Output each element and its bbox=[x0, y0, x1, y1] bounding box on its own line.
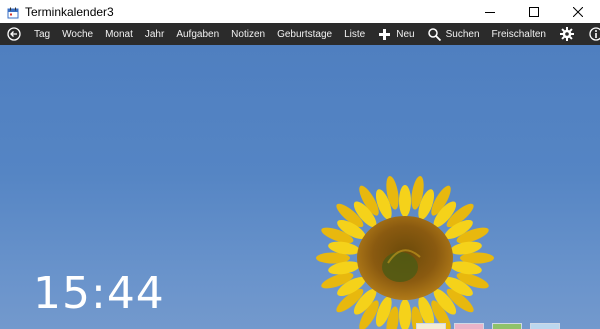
petal bbox=[399, 184, 411, 217]
tab-notizen[interactable]: Notizen bbox=[225, 23, 271, 45]
search-label: Suchen bbox=[445, 28, 480, 40]
petal bbox=[399, 299, 411, 329]
title-bar: Terminkalender3 bbox=[0, 0, 600, 24]
thumbnail[interactable] bbox=[454, 323, 484, 329]
main-toolbar: Tag Woche Monat Jahr Aufgaben Notizen Ge… bbox=[0, 23, 600, 45]
clock-display: 15:44 bbox=[33, 268, 165, 319]
close-button[interactable] bbox=[556, 0, 600, 23]
tab-woche[interactable]: Woche bbox=[56, 23, 99, 45]
tab-liste[interactable]: Liste bbox=[338, 23, 371, 45]
unlock-button[interactable]: Freischalten bbox=[486, 23, 552, 45]
thumbnail[interactable] bbox=[416, 323, 446, 329]
thumbnail-strip bbox=[416, 323, 568, 329]
info-button[interactable] bbox=[582, 23, 600, 45]
search-icon bbox=[427, 27, 441, 41]
thumbnail[interactable] bbox=[492, 323, 522, 329]
gear-icon bbox=[559, 27, 574, 41]
minimize-icon bbox=[485, 11, 495, 13]
maximize-icon bbox=[529, 6, 539, 17]
tab-aufgaben[interactable]: Aufgaben bbox=[170, 23, 225, 45]
thumbnail[interactable] bbox=[530, 323, 560, 329]
new-button[interactable]: Neu bbox=[371, 23, 420, 45]
minimize-button[interactable] bbox=[468, 0, 512, 23]
tab-geburtstage[interactable]: Geburtstage bbox=[271, 23, 338, 45]
search-button[interactable]: Suchen bbox=[421, 23, 486, 45]
background-area: 15:44 bbox=[0, 45, 600, 329]
tab-tag[interactable]: Tag bbox=[28, 23, 56, 45]
settings-button[interactable] bbox=[552, 23, 582, 45]
tab-jahr[interactable]: Jahr bbox=[139, 23, 170, 45]
calendar-icon bbox=[7, 6, 19, 18]
close-icon bbox=[573, 6, 583, 17]
window-title: Terminkalender3 bbox=[25, 4, 114, 19]
plus-icon bbox=[379, 28, 391, 40]
back-arrow-icon bbox=[7, 27, 21, 41]
maximize-button[interactable] bbox=[512, 0, 556, 23]
info-icon bbox=[589, 27, 600, 41]
tab-monat[interactable]: Monat bbox=[99, 23, 139, 45]
new-label: Neu bbox=[396, 28, 415, 40]
back-button[interactable] bbox=[0, 23, 28, 45]
